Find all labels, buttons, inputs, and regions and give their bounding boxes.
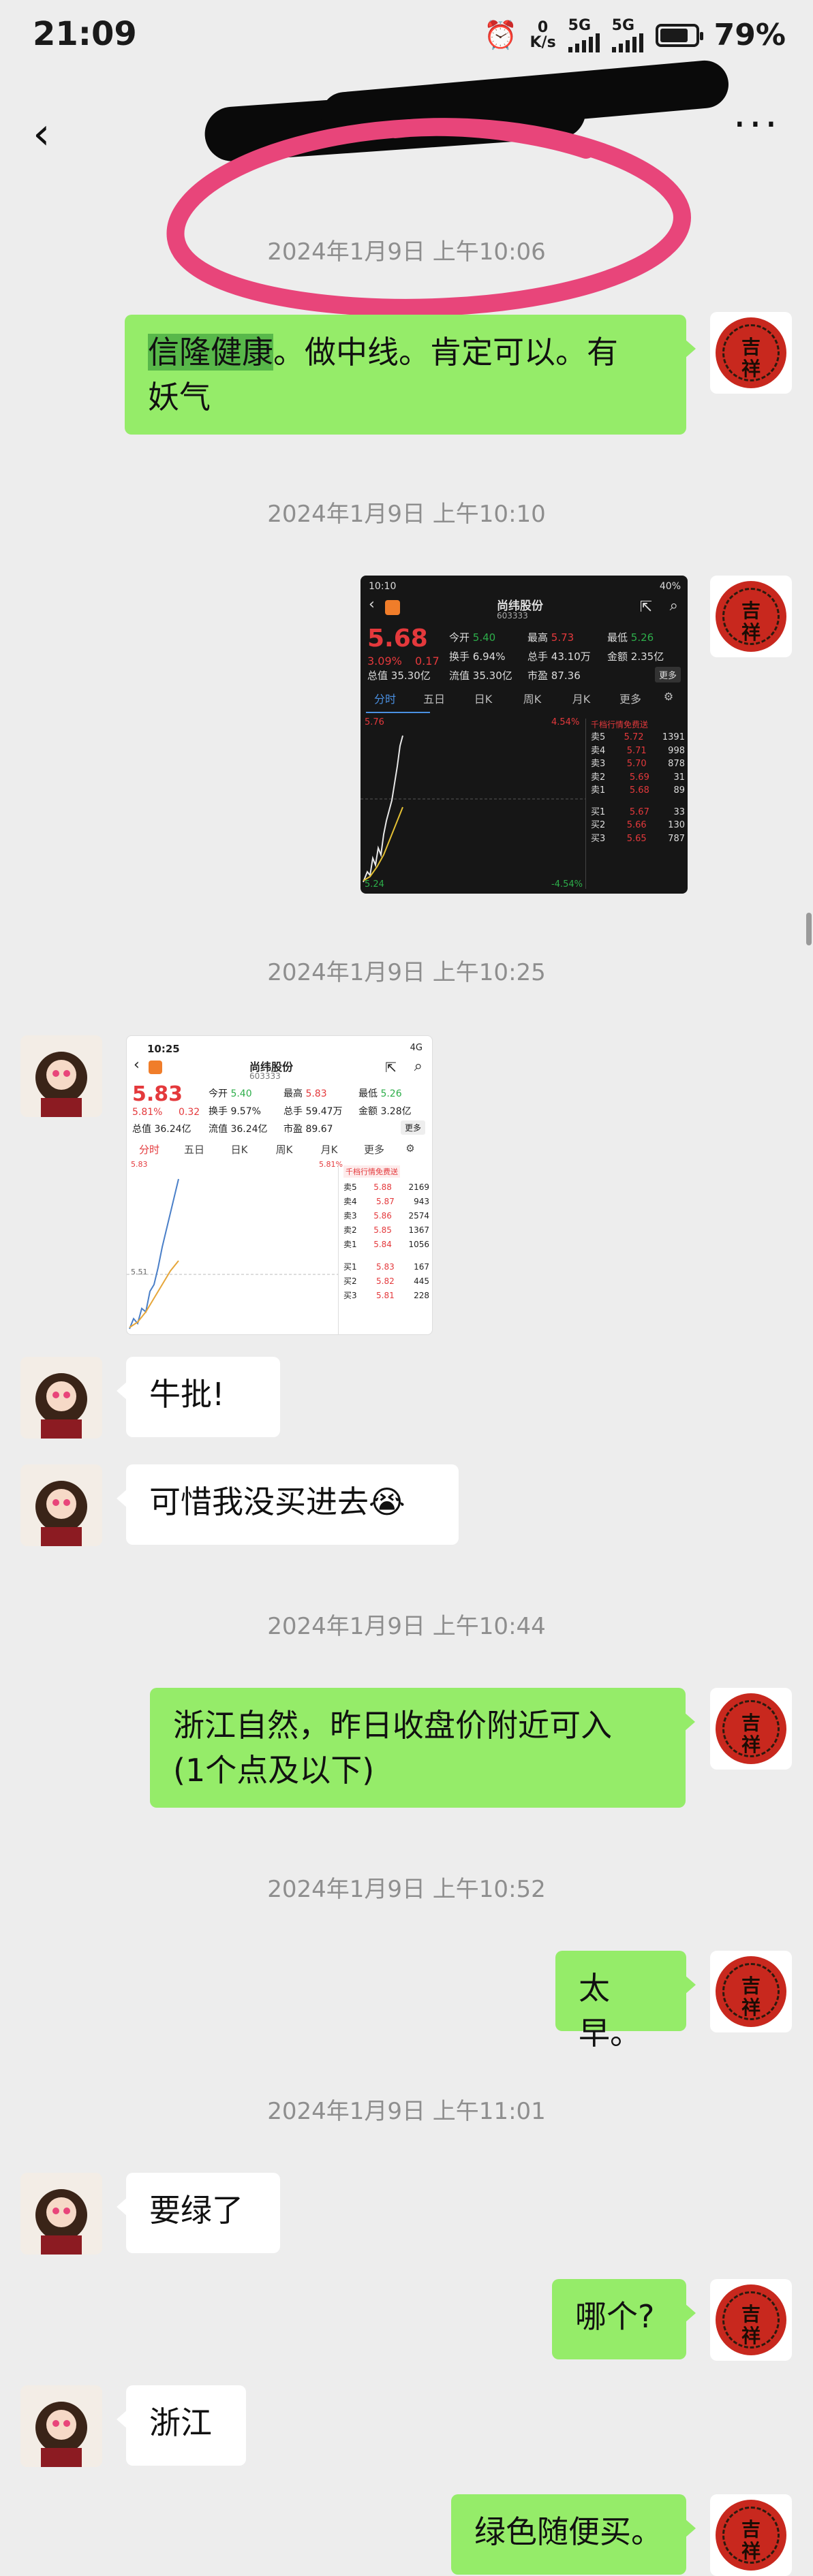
signal-bars-icon [568, 33, 600, 52]
back-arrow-icon[interactable]: ‹ [33, 109, 50, 159]
chat-message-outgoing[interactable]: 绿色随便买。 [451, 2494, 696, 2575]
alarm-icon: ⏰ [483, 20, 518, 51]
signal-bars-icon [611, 33, 643, 52]
signal-5g-1: 5G [568, 18, 600, 52]
battery-percent: 79% [714, 18, 786, 52]
timestamp: 2024年1月9日 上午10:06 [267, 238, 546, 266]
stock-screenshot-image[interactable]: 10:10 40% ‹ 尚纬股份 603333 ⇱ ⌕ 5.68 3.09% 0… [361, 576, 688, 894]
tab-more[interactable]: 更多 [352, 1142, 397, 1157]
tab-monthly-k[interactable]: 月K [557, 690, 606, 706]
chat-message-incoming[interactable]: 要绿了 [117, 2173, 280, 2253]
signal-5g-2: 5G [611, 18, 643, 52]
more-button[interactable]: 更多 [654, 667, 681, 682]
tab-five-day[interactable]: 五日 [172, 1142, 217, 1157]
status-icons: ⏰ 0 K/s 5G 5G 79% [484, 18, 786, 52]
timestamp: 2024年1月9日 上午10:52 [267, 1876, 546, 1903]
chat-message-incoming[interactable]: 可惜我没买进去😭 [117, 1464, 459, 1545]
tab-daily-k[interactable]: 日K [217, 1142, 262, 1157]
tab-weekly-k[interactable]: 周K [508, 690, 557, 706]
more-button[interactable]: 更多 [400, 1120, 425, 1135]
tab-daily-k[interactable]: 日K [459, 690, 508, 706]
intraday-line-chart [127, 1178, 338, 1330]
contact-avatar[interactable] [20, 1464, 102, 1546]
chat-message-outgoing[interactable]: 哪个? [552, 2279, 696, 2359]
my-avatar[interactable]: 吉 祥 [710, 1688, 792, 1770]
my-avatar[interactable]: 吉 祥 [710, 312, 792, 394]
tab-five-day[interactable]: 五日 [410, 690, 459, 706]
status-time: 21:09 [33, 15, 137, 53]
tab-weekly-k[interactable]: 周K [262, 1142, 307, 1157]
chart-tabs: 分时 五日 日K 周K 月K 更多 ⚙ [361, 690, 688, 706]
search-icon[interactable]: ⌕ [670, 597, 678, 614]
net-speed: 0 K/s [530, 18, 556, 51]
chat-message-incoming[interactable]: 牛批! [117, 1357, 280, 1437]
search-icon[interactable]: ⌕ [414, 1058, 423, 1075]
timestamp: 2024年1月9日 上午10:10 [267, 501, 546, 528]
chart-tabs: 分时 五日 日K 周K 月K 更多 ⚙ [127, 1142, 432, 1157]
hand-drawn-circle-annotation [166, 118, 691, 317]
stock-screenshot-image[interactable]: 10:25 4G ‹ 尚纬股份 603333 ⇱ ⌕ 5.83 5.81% 0.… [126, 1035, 433, 1335]
contact-avatar[interactable] [20, 1035, 102, 1117]
contact-avatar[interactable] [20, 2173, 102, 2255]
app-logo-icon [149, 1061, 162, 1074]
contact-avatar[interactable] [20, 1357, 102, 1439]
timestamp: 2024年1月9日 上午10:25 [267, 959, 546, 986]
intraday-line-chart [361, 735, 585, 883]
timestamp: 2024年1月9日 上午11:01 [267, 2098, 546, 2125]
my-avatar[interactable]: 吉 祥 [710, 2494, 792, 2576]
share-icon[interactable]: ⇱ [385, 1059, 397, 1075]
chat-message-outgoing[interactable]: 太早。 [555, 1951, 696, 2052]
tab-timeshare[interactable]: 分时 [361, 690, 410, 706]
chat-message-outgoing[interactable]: 信隆健康。做中线。肯定可以。有 妖气 [125, 315, 696, 435]
tab-monthly-k[interactable]: 月K [307, 1142, 352, 1157]
battery-icon [655, 23, 703, 47]
settings-gear-icon[interactable]: ⚙ [397, 1142, 424, 1157]
timestamp: 2024年1月9日 上午10:44 [267, 1613, 546, 1640]
my-avatar[interactable]: 吉 祥 [710, 576, 792, 657]
app-logo-icon [385, 600, 400, 615]
my-avatar[interactable]: 吉 祥 [710, 2279, 792, 2361]
tab-timeshare[interactable]: 分时 [127, 1142, 172, 1157]
more-options-icon[interactable]: ··· [733, 101, 780, 148]
contact-avatar[interactable] [20, 2385, 102, 2467]
order-book: 卖5 5.72 1391 卖4 5.71 998 卖3 5.70 878 卖2 5.69 31 … [591, 732, 685, 844]
scrollbar[interactable] [806, 913, 812, 945]
chat-message-outgoing[interactable]: 浙江自然，昨日收盘价附近可入 (1个点及以下) [150, 1688, 695, 1808]
settings-gear-icon[interactable]: ⚙ [655, 690, 682, 706]
back-icon[interactable]: ‹ [369, 596, 375, 613]
order-book: 卖5 5.88 2169 卖4 5.87 943 卖3 5.86 2574 卖2 5.85 13… [343, 1182, 429, 1300]
share-icon[interactable]: ⇱ [640, 599, 652, 616]
back-icon[interactable]: ‹ [134, 1056, 140, 1073]
my-avatar[interactable]: 吉 祥 [710, 1951, 792, 2032]
chat-message-incoming[interactable]: 浙江 [117, 2385, 246, 2466]
highlighted-text: 信隆健康 [148, 334, 273, 371]
tab-more[interactable]: 更多 [606, 690, 655, 706]
